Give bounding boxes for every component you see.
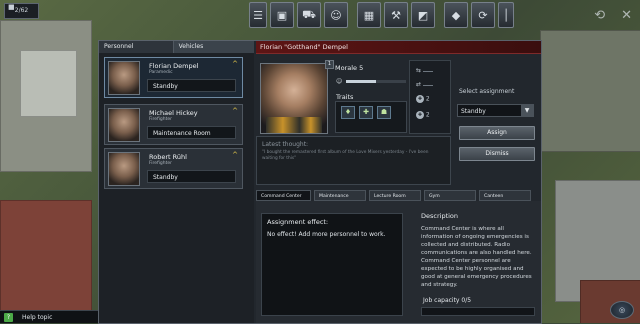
skill-row: ⇆ [416,67,444,77]
job-capacity-bar [421,307,535,316]
assignment-value: Standby [461,108,486,115]
personnel-name: Michael Hickey [149,109,198,117]
rank-chevron-icon: ^ [232,107,238,115]
personnel-detail-header: Florian "Gotthand" Dempel [256,41,541,54]
tab-personnel[interactable]: Personnel [99,41,174,53]
personnel-card[interactable]: Robert Rühl Firefighter Standby ^ [104,148,243,189]
dismiss-button[interactable]: Dismiss [459,147,535,161]
assignment-label: Select assignment [459,88,515,95]
more-icon[interactable]: │ [498,2,514,28]
person-icon: ■ [8,3,15,11]
avatar [108,108,140,142]
vehicles-icon[interactable]: ⛟ [297,2,321,28]
skill-row: ⇄ [416,81,444,91]
assignment-effect-box: Assignment effect: No effect! Add more p… [261,213,403,316]
rank-chevron-icon: ^ [232,60,238,68]
minimap-toggle-icon[interactable]: ◎ [610,301,634,319]
rank-chevron-icon: ^ [232,151,238,159]
avatar [108,152,140,186]
skill-badge-icon: ✚ [416,111,424,119]
chevron-down-icon[interactable]: ▼ [521,105,533,116]
tools-icon[interactable]: ⚒ [384,2,408,28]
room-tabs: Command Center Maintenance Room Lecture … [256,190,541,210]
personnel-tabs: Personnel Vehicles [99,41,254,53]
job-capacity: Job capacity 0/5 [423,297,472,304]
description-text: Command Center is where all information … [421,226,532,288]
skills-panel: ⇆ ⇄ ✚ 2 ✚ 2 [409,60,451,134]
close-icon[interactable]: ✕ [621,8,632,23]
assign-button[interactable]: Assign [459,126,535,140]
personnel-icon[interactable]: ☺ [324,2,348,28]
trait-icon[interactable]: ☗ [377,106,391,119]
menu-button[interactable]: ☰ [249,2,267,28]
traits-label: Traits [336,93,354,101]
personnel-window: Personnel Vehicles Florian Dempel Parame… [98,40,542,324]
trait-icon[interactable]: ✚ [359,106,373,119]
latest-thought-box: Latest thought: "I bought the remastered… [256,136,451,185]
personnel-role: Firefighter [149,161,172,166]
blueprint-icon[interactable]: ▦ [357,2,381,28]
thought-text: "I bought the remastered first album of … [262,150,429,161]
tab-gym[interactable]: Gym [424,190,476,201]
traits-box: ♦ ✚ ☗ [335,101,407,133]
skill-row: ✚ 2 [416,95,444,105]
skill-row: ✚ 2 [416,111,444,121]
personnel-name: Florian Dempel [149,62,199,70]
effect-text: No effect! Add more personnel to work. [267,231,386,238]
personnel-list: Florian Dempel Paramedic Standby ^ Micha… [99,53,254,323]
personnel-name: Robert Rühl [149,153,187,161]
description-title: Description [421,212,459,220]
personnel-card[interactable]: Florian Dempel Paramedic Standby ^ [104,57,243,98]
buildings-icon[interactable]: ▣ [270,2,294,28]
portrait-menu-icon[interactable]: 1 [325,60,334,69]
personnel-status: Standby [147,79,236,92]
tab-vehicles[interactable]: Vehicles [173,41,254,53]
effect-title: Assignment effect: [267,218,329,226]
top-right-icons: ⟲ ✕ [594,8,632,23]
tab-maintenance-room[interactable]: Maintenance Room [314,190,366,210]
assignment-select[interactable]: Standby ▼ [457,104,534,117]
smiley-icon: ☺ [336,78,343,85]
personnel-count: 2/62 [14,7,29,14]
morale-label: Morale 5 [335,64,364,72]
rotate-icon[interactable]: ⟲ [594,8,605,23]
help-icon: ? [4,313,13,322]
help-label: Help topic [22,314,53,321]
personnel-card[interactable]: Michael Hickey Firefighter Maintenance R… [104,104,243,145]
personnel-role: Paramedic [149,70,173,75]
tab-canteen[interactable]: Canteen [479,190,531,201]
personnel-status: Maintenance Room [147,126,236,139]
tab-command-center[interactable]: Command Center [256,190,311,201]
personnel-counter: ■ 2/62 [4,3,39,19]
uniform-coat [266,117,322,133]
trait-icon[interactable]: ♦ [341,106,355,119]
missions-icon[interactable]: ◆ [444,2,468,28]
alarm-icon[interactable]: ⟳ [471,2,495,28]
thought-label: Latest thought: [262,141,309,148]
morale-bar-fill [346,80,376,83]
avatar [108,61,140,95]
morale-bar [346,80,406,83]
personnel-status: Standby [147,170,236,183]
skill-badge-icon: ✚ [416,95,424,103]
help-topic-button[interactable]: ? Help topic [0,310,98,323]
skill-value: 2 [425,111,430,119]
top-toolbar: ☰ ▣ ⛟ ☺ ▦ ⚒ ◩ ◆ ⟳ │ [249,2,514,30]
map-icon[interactable]: ◩ [411,2,435,28]
tab-lecture-room[interactable]: Lecture Room [369,190,421,201]
personnel-role: Firefighter [149,117,172,122]
personnel-portrait [260,63,328,134]
skill-value: 2 [425,95,430,103]
